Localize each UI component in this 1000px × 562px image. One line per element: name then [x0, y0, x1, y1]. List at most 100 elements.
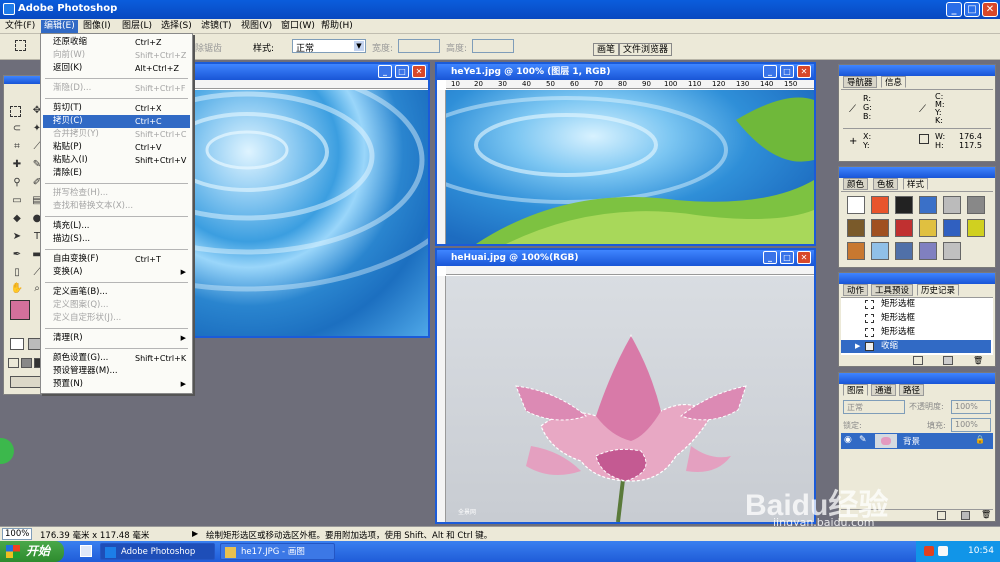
menu-item-find-replace[interactable]: 查找和替换文本(X)... — [43, 200, 190, 213]
style-swatch[interactable] — [919, 242, 937, 260]
tab-styles[interactable]: 样式 — [903, 178, 929, 190]
menu-item-preset-manager[interactable]: 预设管理器(M)... — [43, 365, 190, 378]
document-title-bar[interactable]: _ □ ✕ — [152, 64, 428, 80]
style-swatch[interactable] — [919, 219, 937, 237]
tab-file-browser[interactable]: 文件浏览器 — [619, 43, 673, 56]
menu-item-copy[interactable]: 拷贝(C) Ctrl+C — [43, 115, 190, 128]
minimize-icon[interactable]: _ — [763, 251, 777, 264]
task-photoshop[interactable]: Adobe Photoshop — [100, 543, 215, 560]
start-button[interactable]: 开始 — [0, 541, 64, 562]
height-input[interactable] — [472, 39, 514, 53]
clone-stamp-icon[interactable]: ⚲ — [10, 176, 24, 190]
layer-mask-icon[interactable] — [961, 511, 970, 520]
menu-file[interactable]: 文件(F) — [2, 20, 38, 33]
style-swatch[interactable] — [847, 196, 865, 214]
menu-item-fade[interactable]: 渐隐(D)... Shift+Ctrl+F — [43, 82, 190, 95]
notes-tool-icon[interactable]: ▯ — [10, 266, 24, 280]
zoom-field[interactable]: 100% — [2, 528, 32, 540]
maximize-icon[interactable]: □ — [780, 65, 794, 78]
eraser-icon[interactable]: ▭ — [10, 194, 24, 208]
minimize-icon[interactable]: _ — [378, 65, 392, 78]
screen-mode-icon[interactable] — [8, 358, 19, 368]
history-item-active[interactable]: ▶ 收缩 — [841, 340, 991, 353]
menu-item-fill[interactable]: 填充(L)... — [43, 220, 190, 233]
menu-item-undo[interactable]: 还原收缩 Ctrl+Z — [43, 36, 190, 49]
document-title-bar[interactable]: heYe1.jpg @ 100% (图层 1, RGB) _ □ ✕ — [437, 64, 814, 80]
opacity-input[interactable]: 100% — [951, 400, 991, 414]
style-select[interactable]: 正常 ▼ — [292, 39, 366, 54]
maximize-icon[interactable]: □ — [780, 251, 794, 264]
tab-brushes[interactable]: 画笔 — [593, 43, 620, 56]
menu-item-check-spelling[interactable]: 拼写检查(H)... — [43, 187, 190, 200]
menu-filter[interactable]: 滤镜(T) — [198, 20, 235, 33]
menu-layer[interactable]: 图层(L) — [119, 20, 155, 33]
style-swatch[interactable] — [847, 242, 865, 260]
menu-item-step-forward[interactable]: 向前(W) Shift+Ctrl+Z — [43, 49, 190, 62]
tray-icon[interactable] — [924, 546, 934, 556]
tab-actions[interactable]: 动作 — [843, 284, 869, 296]
marquee-tool-icon[interactable] — [15, 40, 26, 51]
layer-row-background[interactable]: ◉ ✎ 背景 🔒 — [841, 433, 993, 449]
menu-item-free-transform[interactable]: 自由变换(F) Ctrl+T — [43, 253, 190, 266]
jump-to-imageready-icon[interactable] — [10, 376, 42, 388]
hand-tool-icon[interactable]: ✋ — [10, 282, 24, 296]
history-item[interactable]: 矩形选框 — [841, 312, 991, 325]
menu-image[interactable]: 图像(I) — [80, 20, 114, 33]
blur-tool-icon[interactable]: ◆ — [10, 212, 24, 226]
menu-item-paste-into[interactable]: 粘贴入(I) Shift+Ctrl+V — [43, 154, 190, 167]
crop-tool-icon[interactable]: ⌗ — [10, 140, 24, 154]
style-swatch[interactable] — [943, 242, 961, 260]
menu-item-define-custom-shape[interactable]: 定义自定形状(J)... — [43, 312, 190, 325]
style-swatch[interactable] — [895, 196, 913, 214]
menu-item-define-brush[interactable]: 定义画笔(B)... — [43, 286, 190, 299]
style-swatch[interactable] — [847, 219, 865, 237]
volume-icon[interactable] — [938, 546, 948, 556]
menu-view[interactable]: 视图(V) — [238, 20, 275, 33]
menu-item-paste[interactable]: 粘贴(P) Ctrl+V — [43, 141, 190, 154]
screen-mode-full-icon[interactable] — [21, 358, 32, 368]
healing-brush-icon[interactable]: ✚ — [10, 158, 24, 172]
fill-input[interactable]: 100% — [951, 418, 991, 432]
trash-icon[interactable]: 🗑 — [981, 510, 991, 519]
maximize-icon[interactable]: □ — [395, 65, 409, 78]
new-layer-icon[interactable] — [937, 511, 946, 520]
rectangular-marquee-icon[interactable] — [10, 106, 21, 117]
tab-info[interactable]: 信息 — [881, 76, 907, 88]
style-swatch[interactable] — [919, 196, 937, 214]
tab-swatches[interactable]: 色板 — [873, 178, 899, 190]
lasso-tool-icon[interactable]: ⊂ — [10, 122, 24, 136]
menu-item-purge[interactable]: 清理(R) ▶ — [43, 332, 190, 345]
path-selection-icon[interactable]: ➤ — [10, 230, 24, 244]
standard-mode-icon[interactable] — [10, 338, 24, 350]
trash-icon[interactable]: 🗑 — [973, 356, 983, 365]
close-icon[interactable]: ✕ — [412, 65, 426, 78]
menu-window[interactable]: 窗口(W) — [278, 20, 318, 33]
floating-badge[interactable] — [0, 438, 14, 464]
menu-item-color-settings[interactable]: 颜色设置(G)... Shift+Ctrl+K — [43, 352, 190, 365]
menu-item-clear[interactable]: 清除(E) — [43, 167, 190, 180]
tab-channels[interactable]: 通道 — [871, 384, 897, 396]
tab-history[interactable]: 历史记录 — [917, 284, 960, 296]
status-arrow-icon[interactable]: ▶ — [192, 529, 198, 538]
document-title-bar[interactable]: heHuai.jpg @ 100%(RGB) _ □ ✕ — [437, 250, 814, 266]
style-swatch[interactable] — [895, 219, 913, 237]
close-button[interactable]: ✕ — [982, 2, 998, 17]
menu-edit[interactable]: 编辑(E) — [41, 20, 78, 33]
tab-color[interactable]: 颜色 — [843, 178, 869, 190]
style-swatch[interactable] — [871, 219, 889, 237]
menu-help[interactable]: 帮助(H) — [318, 20, 356, 33]
menu-item-copy-merged[interactable]: 合并拷贝(Y) Shift+Ctrl+C — [43, 128, 190, 141]
minimize-icon[interactable]: _ — [763, 65, 777, 78]
style-swatch[interactable] — [895, 242, 913, 260]
foreground-color-swatch[interactable] — [10, 300, 30, 320]
close-icon[interactable]: ✕ — [797, 251, 811, 264]
menu-select[interactable]: 选择(S) — [158, 20, 195, 33]
new-document-icon[interactable] — [913, 356, 923, 365]
style-swatch[interactable] — [871, 196, 889, 214]
snapshot-icon[interactable] — [943, 356, 953, 365]
task-paint[interactable]: he17.JPG - 画图 — [220, 543, 335, 560]
eye-icon[interactable]: ◉ — [844, 435, 852, 445]
menu-item-stroke[interactable]: 描边(S)... — [43, 233, 190, 246]
style-swatch[interactable] — [967, 196, 985, 214]
style-swatch[interactable] — [943, 196, 961, 214]
